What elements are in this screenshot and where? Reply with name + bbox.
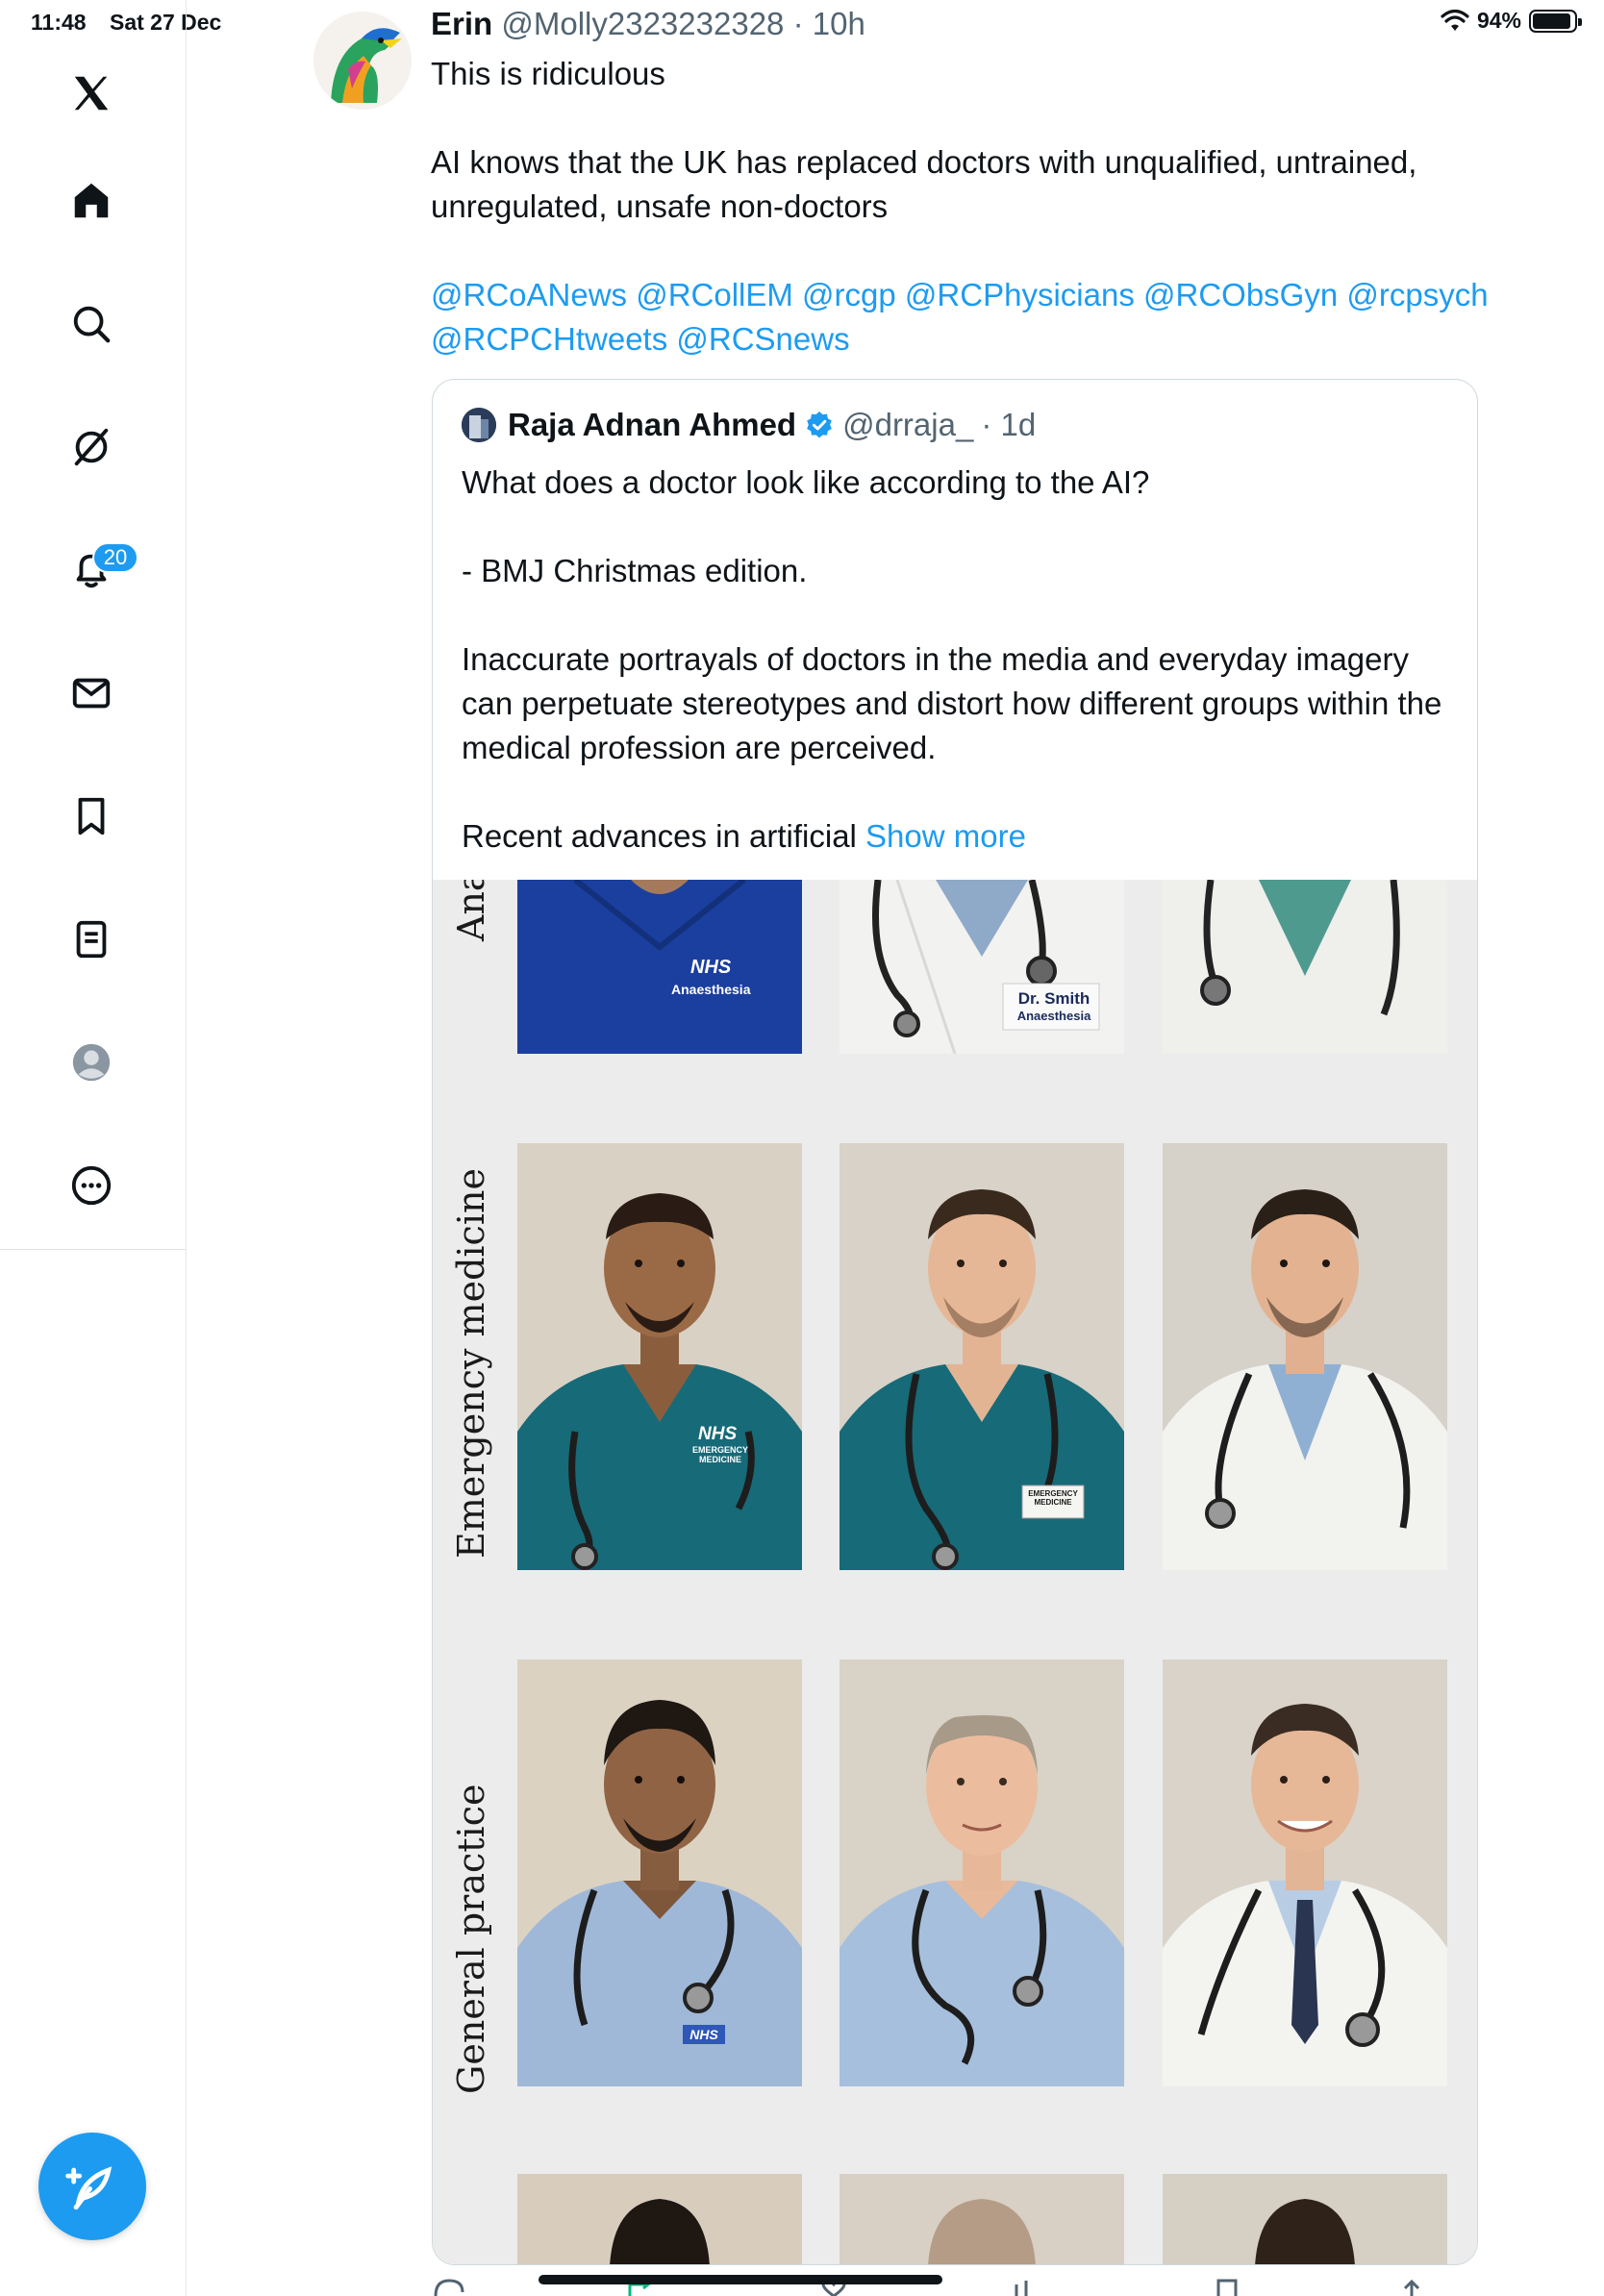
- anaesthesia-badge-1: Anaesthesia: [671, 982, 751, 997]
- home-icon[interactable]: [56, 165, 127, 237]
- notifications-badge: 20: [92, 542, 138, 573]
- x-logo-icon[interactable]: [56, 58, 127, 129]
- search-icon[interactable]: [56, 288, 127, 360]
- doctor-photo-anaesthesia-2: Dr. Smith Anaesthesia: [840, 880, 1124, 1054]
- doctor-photo-gp-1: NHS: [517, 1660, 802, 2086]
- doctor-photo-anaesthesia-3: [1163, 880, 1447, 1054]
- quote-body: What does a doctor look like according t…: [462, 461, 1452, 859]
- show-more-link[interactable]: Show more: [865, 818, 1026, 854]
- tweet-line-2: AI knows that the UK has replaced doctor…: [431, 144, 1417, 224]
- quote-media-image[interactable]: Ana Emergency medicine General practice …: [433, 880, 1477, 2264]
- compose-post-button[interactable]: [38, 2133, 146, 2240]
- row-label-anaesthesia: Ana: [450, 880, 492, 941]
- bookmark-icon[interactable]: [56, 781, 127, 852]
- tweet-mentions[interactable]: @RCoANews @RCollEM @rcgp @RCPhysicians @…: [431, 273, 1498, 362]
- doctor-photo-gp-3: [1163, 1660, 1447, 2086]
- tweet-time[interactable]: · 10h: [793, 6, 865, 41]
- quote-para-4: Recent advances in artificial Show more: [462, 814, 1452, 859]
- reply-icon[interactable]: [432, 2279, 466, 2296]
- quote-time[interactable]: · 1d: [981, 407, 1036, 443]
- quote-para-1: What does a doctor look like according t…: [462, 464, 1150, 500]
- status-right: 94%: [1441, 8, 1582, 34]
- quote-author-name[interactable]: Raja Adnan Ahmed: [508, 407, 796, 443]
- row-label-emergency-medicine: Emergency medicine: [450, 1168, 492, 1559]
- doctor-photo-row4-1: [517, 2174, 802, 2264]
- nhs-badge-gp: NHS: [689, 2027, 718, 2042]
- quoted-tweet-card[interactable]: Raja Adnan Ahmed @drraja_ · 1d What does…: [432, 379, 1478, 2265]
- doctor-photo-emergency-1: NHS EMERGENCY MEDICINE: [517, 1143, 802, 1570]
- more-options-icon[interactable]: [56, 1150, 127, 1221]
- home-indicator-bar: [539, 2275, 942, 2284]
- nhs-badge-em: NHS: [698, 1424, 738, 1444]
- name-tag-text: Dr. Smith: [1017, 989, 1090, 1008]
- doctor-photo-row4-3: [1163, 2174, 1447, 2264]
- doctor-photo-emergency-3: [1163, 1143, 1447, 1570]
- share-icon[interactable]: [1397, 2279, 1426, 2296]
- grok-icon[interactable]: [56, 412, 127, 483]
- author-handle[interactable]: @Molly2323232328: [501, 6, 784, 41]
- nhs-badge-1: NHS: [690, 957, 732, 978]
- author-name[interactable]: Erin: [431, 6, 492, 41]
- doctor-photo-anaesthesia-1: NHS Anaesthesia: [517, 880, 802, 1054]
- em-label-1: EMERGENCY MEDICINE: [691, 1445, 748, 1464]
- doctor-photo-row4-2: [840, 2174, 1124, 2264]
- author-avatar[interactable]: [313, 12, 412, 110]
- verified-badge-icon: [807, 412, 832, 438]
- sidebar-divider: [186, 0, 187, 2296]
- views-icon[interactable]: [1009, 2279, 1043, 2296]
- quote-header: Raja Adnan Ahmed @drraja_ · 1d: [462, 407, 1036, 443]
- compose-feather-icon: [65, 2166, 113, 2210]
- quote-author-handle[interactable]: @drraja_: [842, 407, 973, 443]
- lists-icon[interactable]: [56, 904, 127, 975]
- profile-avatar-icon[interactable]: [56, 1027, 127, 1098]
- messages-envelope-icon[interactable]: [56, 658, 127, 729]
- wifi-icon: [1441, 9, 1469, 31]
- name-tag-dept: Anaesthesia: [1016, 1009, 1091, 1023]
- battery-percent: 94%: [1476, 8, 1521, 33]
- doctor-photo-gp-2: [840, 1660, 1124, 2086]
- bookmark-action-icon[interactable]: [1213, 2279, 1241, 2296]
- row-label-general-practice: General practice: [450, 1784, 492, 2094]
- sidebar-nav: 20: [0, 0, 186, 1250]
- doctor-photo-emergency-2: EMERGENCY MEDICINE: [840, 1143, 1124, 1570]
- quote-author-avatar[interactable]: [462, 408, 496, 442]
- battery-icon: [1529, 9, 1582, 33]
- quote-para-2: - BMJ Christmas edition.: [462, 553, 808, 588]
- tweet-line-1: This is ridiculous: [431, 56, 665, 91]
- quote-para-4-text: Recent advances in artificial: [462, 818, 857, 854]
- em-label-2: EMERGENCY MEDICINE: [1028, 1489, 1078, 1507]
- tweet-header: Erin @Molly2323232328 · 10h: [431, 6, 865, 42]
- tweet-body: This is ridiculous AI knows that the UK …: [431, 52, 1498, 362]
- quote-para-3: Inaccurate portrayals of doctors in the …: [462, 641, 1442, 765]
